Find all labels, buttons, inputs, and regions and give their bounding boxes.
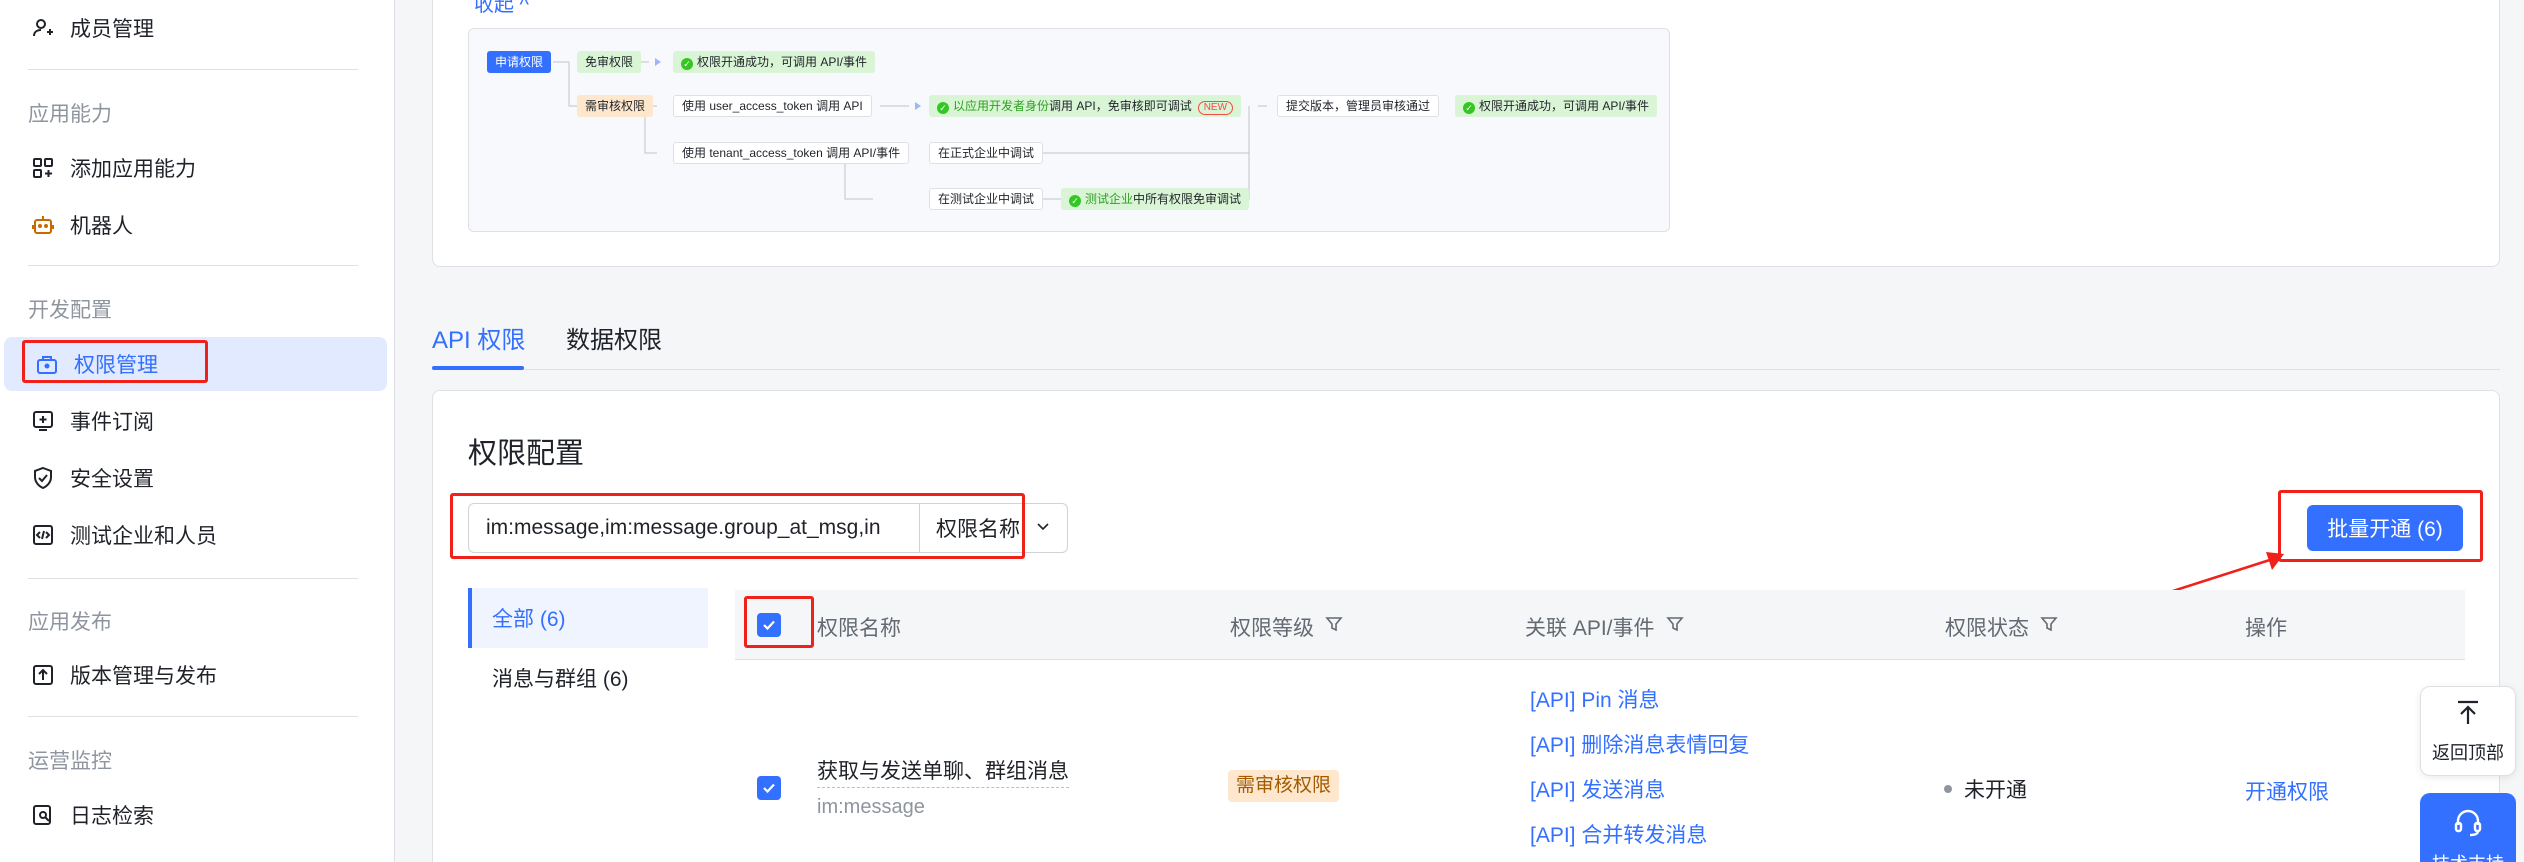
api-link[interactable]: [API] Pin 消息 <box>1530 684 1660 714</box>
sidebar-item-test-company[interactable]: 测试企业和人员 <box>0 508 383 562</box>
sidebar-group-title: 运营监控 <box>28 750 112 773</box>
category-all[interactable]: 全部 (6) <box>468 588 708 648</box>
grid-plus-icon <box>28 153 58 183</box>
table-header: 权限名称 权限等级 关联 API/事件 权限状态 操作 <box>735 590 2465 660</box>
flow-node-success-direct: ✓ 权限开通成功，可调用 API/事件 <box>673 51 876 73</box>
flow-node-tenant-token: 使用 tenant_access_token 调用 API/事件 <box>673 142 910 164</box>
robot-icon <box>28 210 58 240</box>
header-level: 权限等级 <box>1230 612 1344 642</box>
sidebar-item-label: 安全设置 <box>70 468 154 491</box>
upload-box-icon <box>28 660 58 690</box>
divider <box>28 716 358 717</box>
sidebar-item-members[interactable]: 成员管理 <box>0 1 383 55</box>
user-icon <box>28 13 58 43</box>
api-link[interactable]: [API] 发送消息 <box>1530 774 1665 804</box>
sidebar-group-title: 应用能力 <box>28 103 112 126</box>
sidebar-item-label: 测试企业和人员 <box>70 525 217 548</box>
tabs-divider <box>432 369 2500 370</box>
event-plus-icon <box>28 406 58 436</box>
flow-node-test-company: ✓ 测试企业中所有权限免审调试 <box>1061 188 1250 210</box>
permission-flow-diagram: 申请权限 免审权限 ✓ 权限开通成功，可调用 API/事件 需审核权限 使用 us… <box>468 28 1670 232</box>
chevron-down-icon <box>1035 516 1051 540</box>
api-link[interactable]: [API] 合并转发消息 <box>1530 819 1707 849</box>
header-name: 权限名称 <box>817 617 901 640</box>
flow-node-debug-prod: 在正式企业中调试 <box>929 142 1044 164</box>
sidebar-item-label: 添加应用能力 <box>70 158 196 181</box>
flow-node-user-token: 使用 user_access_token 调用 API <box>673 95 872 117</box>
sidebar-item-label: 日志检索 <box>70 805 154 828</box>
flow-node-debug-test: 在测试企业中调试 <box>929 188 1044 210</box>
check-circle-icon: ✓ <box>1069 195 1081 207</box>
category-list: 全部 (6) 消息与群组 (6) <box>468 588 708 858</box>
api-link[interactable]: [API] 删除消息表情回复 <box>1530 729 1749 759</box>
header-status: 权限状态 <box>1945 612 2059 642</box>
divider <box>28 265 358 266</box>
sidebar-group-title: 应用发布 <box>28 611 112 634</box>
permission-code: im:message <box>817 796 925 818</box>
permission-name[interactable]: 获取与发送单聊、群组消息 <box>817 755 1069 788</box>
divider <box>28 69 358 70</box>
shield-check-icon <box>28 463 58 493</box>
new-badge: NEW <box>1197 101 1234 115</box>
filter-icon[interactable] <box>1324 614 1344 640</box>
sidebar-group-title: 开发配置 <box>28 299 112 322</box>
flow-node-apply: 申请权限 <box>487 51 552 73</box>
header-api: 关联 API/事件 <box>1525 612 1685 642</box>
tab-api-permissions[interactable]: API 权限 <box>432 320 525 355</box>
sidebar-item-version-release[interactable]: 版本管理与发布 <box>0 648 383 702</box>
sidebar-item-event-subscription[interactable]: 事件订阅 <box>0 394 383 448</box>
flow-node-developer-debug: ✓ 以应用开发者身份调用 API，免审核即可调试 NEW <box>929 95 1242 117</box>
flow-node-need-review: 需审核权限 <box>577 95 654 117</box>
section-title: 权限配置 <box>468 438 585 470</box>
code-box-icon <box>28 520 58 550</box>
active-tab-indicator <box>432 366 524 370</box>
log-search-icon <box>28 800 58 830</box>
flow-node-success-final: ✓ 权限开通成功，可调用 API/事件 <box>1455 95 1658 117</box>
collapse-link[interactable]: 收起 ^ <box>474 0 529 17</box>
row-checkbox[interactable] <box>757 776 781 800</box>
annotation-box <box>2278 490 2483 562</box>
sidebar-item-log-search[interactable]: 日志检索 <box>0 788 383 842</box>
filter-icon[interactable] <box>2039 614 2059 640</box>
check-circle-icon: ✓ <box>937 102 949 114</box>
back-to-top-button[interactable]: 返回顶部 <box>2420 686 2516 776</box>
sidebar-item-add-capability[interactable]: 添加应用能力 <box>0 141 383 195</box>
header-action: 操作 <box>2245 617 2287 640</box>
check-icon <box>763 783 775 794</box>
permission-level-tag: 需审核权限 <box>1228 770 1340 802</box>
sidebar-item-security[interactable]: 安全设置 <box>0 451 383 505</box>
headset-icon <box>2451 805 2485 844</box>
sidebar-item-robot[interactable]: 机器人 <box>0 198 383 252</box>
enable-permission-link[interactable]: 开通权限 <box>2245 776 2329 806</box>
support-button[interactable]: 技术支持 <box>2420 793 2516 862</box>
sidebar-item-label: 版本管理与发布 <box>70 665 217 688</box>
arrow-up-icon <box>2453 698 2483 733</box>
check-circle-icon: ✓ <box>681 58 693 70</box>
sidebar-item-label: 事件订阅 <box>70 411 154 434</box>
back-to-top-label: 返回顶部 <box>2432 742 2504 763</box>
check-circle-icon: ✓ <box>1463 102 1475 114</box>
support-label: 技术支持 <box>2432 850 2504 862</box>
flow-node-no-review: 免审权限 <box>577 51 642 73</box>
annotation-box <box>22 340 208 383</box>
category-message-group[interactable]: 消息与群组 (6) <box>468 648 708 708</box>
permission-status: 未开通 <box>1944 774 2027 804</box>
annotation-box <box>450 493 1025 559</box>
divider <box>28 578 358 579</box>
tab-data-permissions[interactable]: 数据权限 <box>566 320 662 355</box>
flow-node-submit-version: 提交版本，管理员审核通过 <box>1277 95 1440 117</box>
annotation-box <box>744 596 814 648</box>
sidebar-item-label: 机器人 <box>70 215 133 238</box>
filter-icon[interactable] <box>1665 614 1685 640</box>
status-dot <box>1944 785 1952 793</box>
sidebar: 成员管理 应用能力 添加应用能力 机器人 开发配置 权限管理 事件订阅 安全设置 <box>0 0 395 862</box>
sidebar-item-label: 成员管理 <box>70 18 154 41</box>
